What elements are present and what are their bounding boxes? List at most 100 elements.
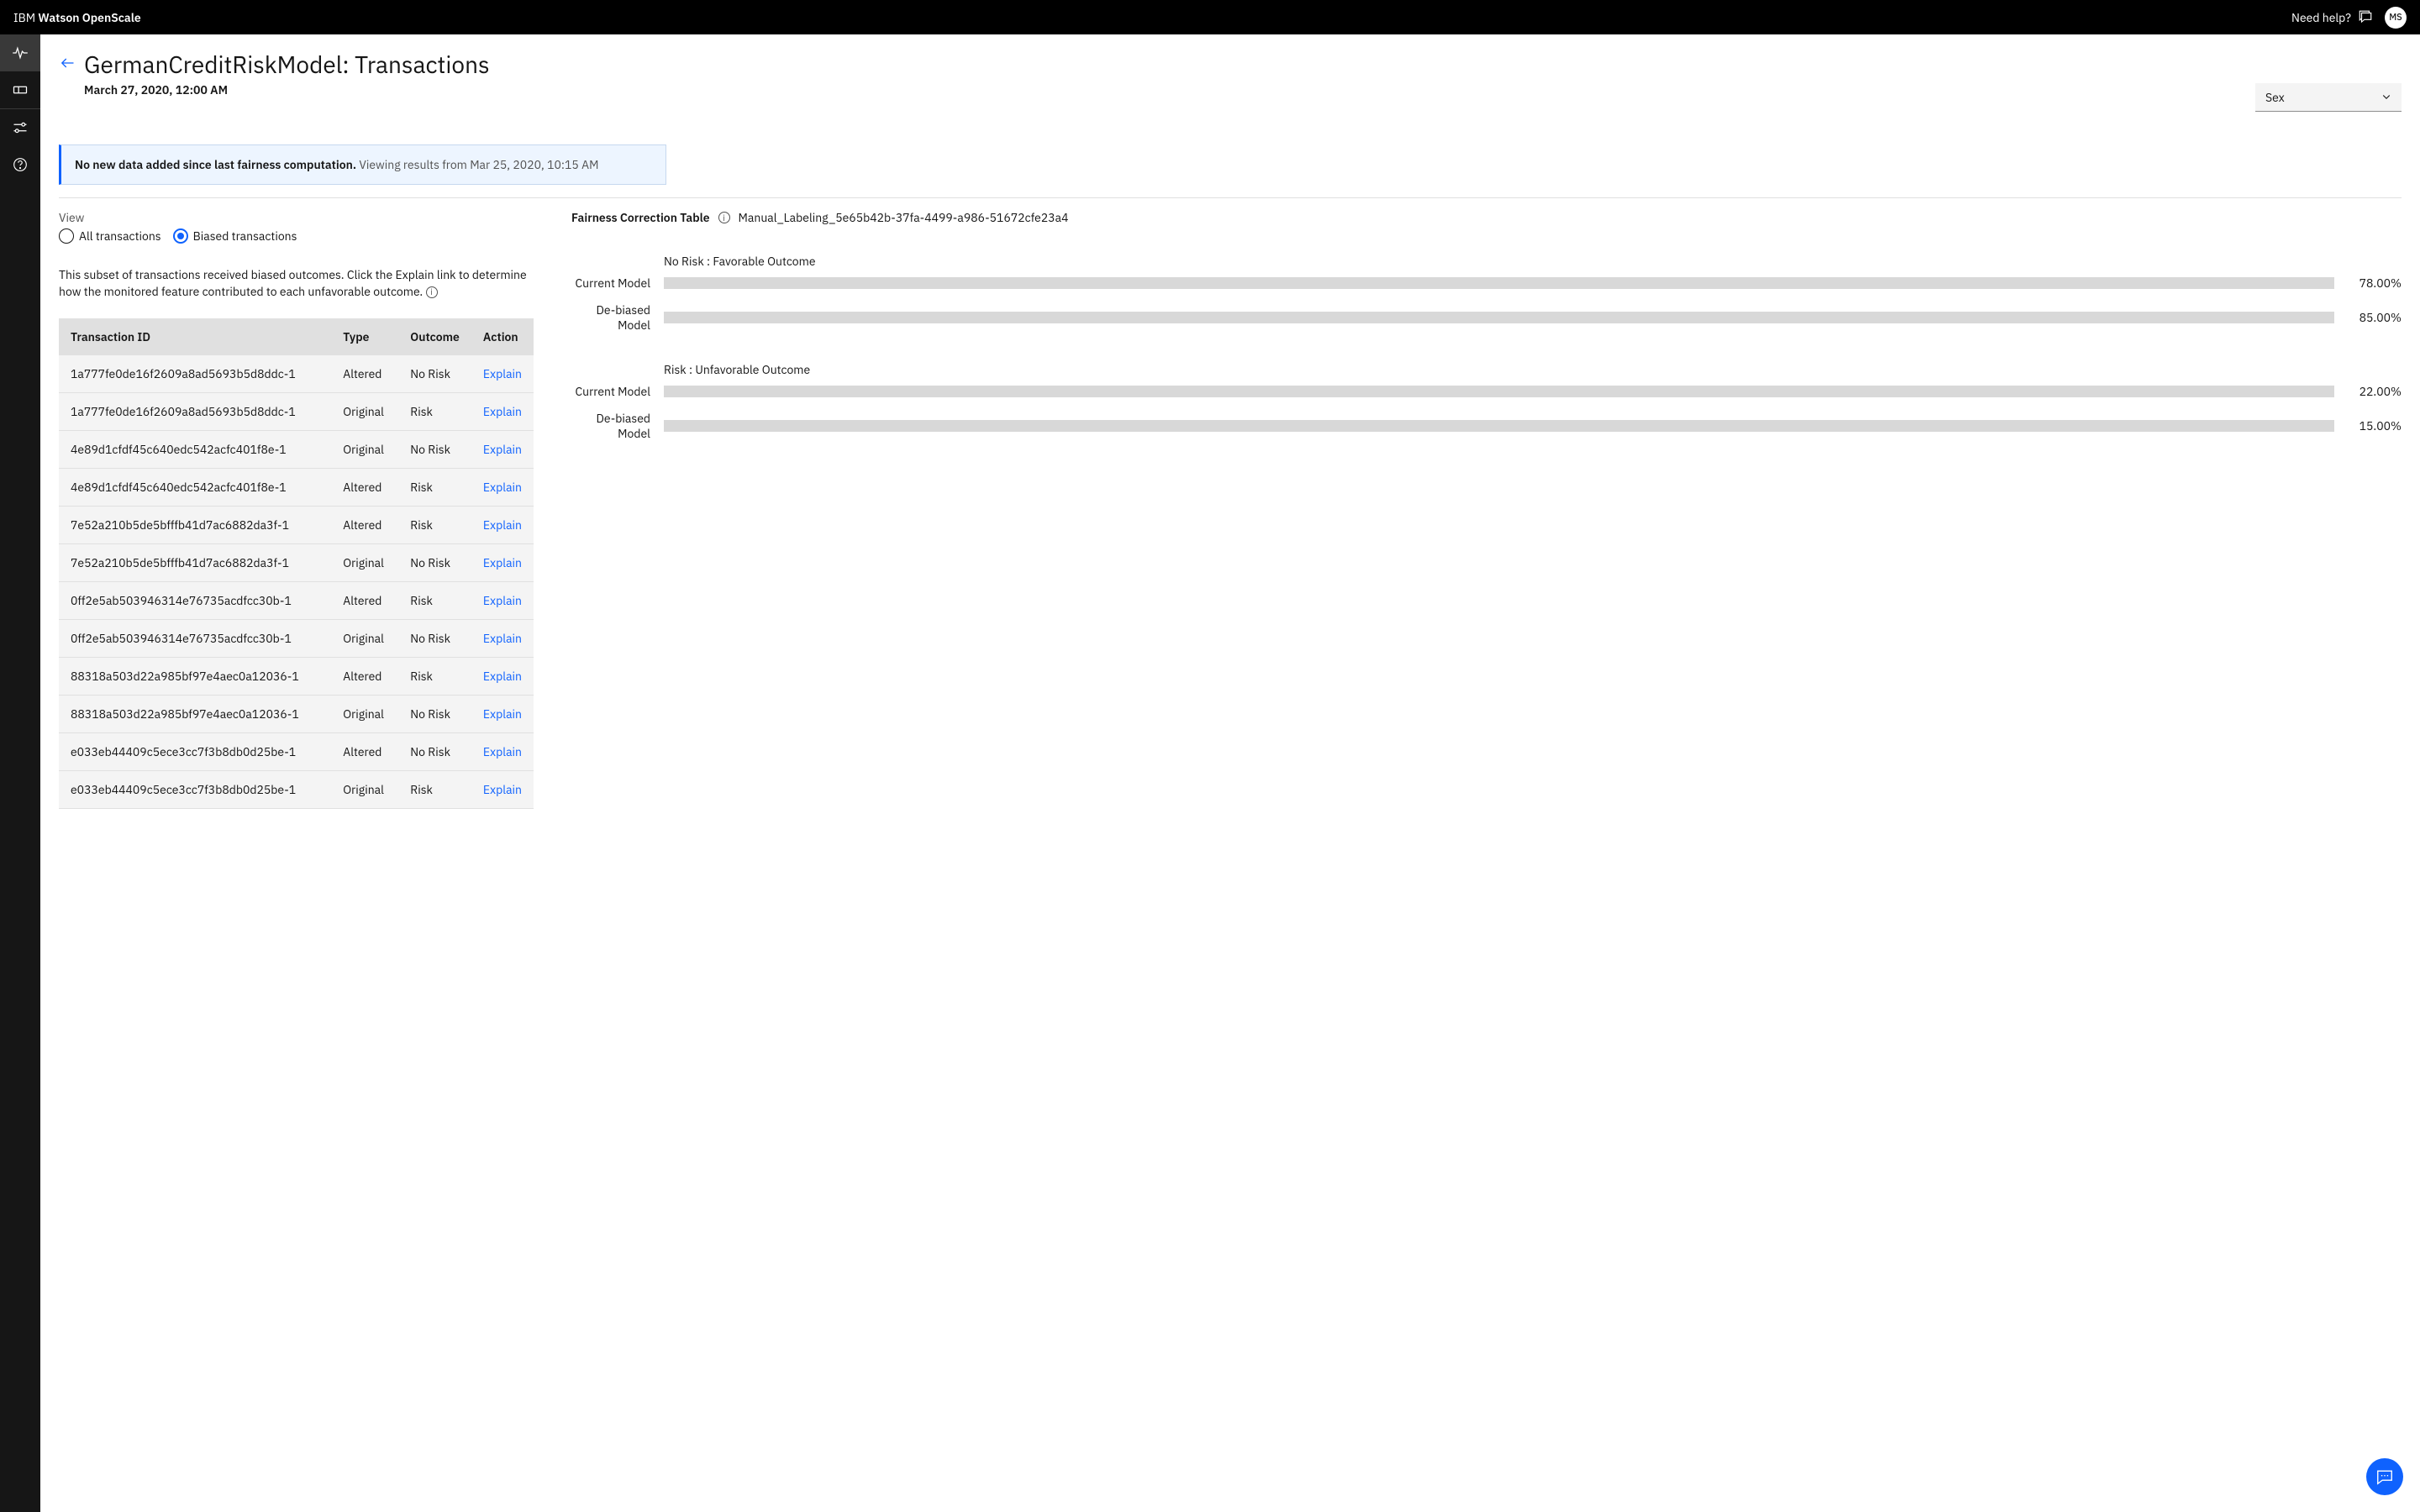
table-header: Outcome [398,318,471,355]
explain-link[interactable]: Explain [483,366,522,381]
fairness-title: Fairness Correction Table [571,210,710,225]
bar-percent: 15.00% [2348,418,2402,433]
explain-link[interactable]: Explain [483,593,522,608]
main-content: GermanCreditRiskModel: Transactions Marc… [40,34,2420,1512]
fairness-group-label: No Risk : Favorable Outcome [664,254,2402,269]
back-arrow-icon[interactable] [59,55,76,71]
sidebar [0,34,40,1512]
bar-label: Current Model [571,384,650,399]
sidebar-item-ticket[interactable] [0,71,40,108]
explain-link[interactable]: Explain [483,555,522,570]
bar-row: De-biased Model 85.00% [571,302,2402,333]
chat-fab[interactable] [2366,1458,2403,1495]
transactions-table: Transaction IDTypeOutcomeAction 1a777fe0… [59,318,534,809]
bar-track [664,277,2334,289]
cell-outcome: Risk [398,658,471,696]
radio-circle-icon [173,228,188,244]
bar-track [664,312,2334,323]
explain-link[interactable]: Explain [483,631,522,646]
topbar: IBM Watson OpenScale Need help? MS [0,0,2420,34]
cell-type: Altered [331,733,398,771]
explain-link[interactable]: Explain [483,669,522,684]
explain-link[interactable]: Explain [483,442,522,457]
cell-type: Original [331,620,398,658]
table-row: e033eb44409c5ece3cc7f3b8db0d25be-1Origin… [59,771,534,809]
cell-id: e033eb44409c5ece3cc7f3b8db0d25be-1 [59,771,331,809]
avatar[interactable]: MS [2385,7,2407,29]
table-header: Action [471,318,534,355]
need-help-link[interactable]: Need help? [2291,10,2351,25]
cell-type: Original [331,544,398,582]
table-row: e033eb44409c5ece3cc7f3b8db0d25be-1Altere… [59,733,534,771]
explain-link[interactable]: Explain [483,480,522,495]
explain-link[interactable]: Explain [483,782,522,797]
attribute-dropdown[interactable]: Sex [2255,83,2402,112]
explain-link[interactable]: Explain [483,744,522,759]
cell-outcome: No Risk [398,696,471,733]
cell-outcome: No Risk [398,733,471,771]
cell-outcome: No Risk [398,355,471,393]
sidebar-item-settings[interactable] [0,109,40,146]
table-row: 88318a503d22a985bf97e4aec0a12036-1Origin… [59,696,534,733]
cell-outcome: Risk [398,469,471,507]
info-icon[interactable]: i [718,212,730,223]
cell-type: Original [331,771,398,809]
cell-outcome: Risk [398,771,471,809]
bar-label: De-biased Model [571,411,650,441]
page-subtitle: March 27, 2020, 12:00 AM [84,82,2402,97]
cell-id: 4e89d1cfdf45c640edc542acfc401f8e-1 [59,431,331,469]
fairness-id: Manual_Labeling_5e65b42b-37fa-4499-a986-… [739,210,1069,225]
radio-label: Biased transactions [193,228,297,244]
table-header: Transaction ID [59,318,331,355]
fairness-group-label: Risk : Unfavorable Outcome [664,362,2402,377]
cell-type: Altered [331,355,398,393]
explain-link[interactable]: Explain [483,404,522,419]
cell-outcome: Risk [398,582,471,620]
cell-type: Altered [331,582,398,620]
table-header: Type [331,318,398,355]
view-label: View [59,210,534,225]
explain-link[interactable]: Explain [483,517,522,533]
banner-bold: No new data added since last fairness co… [75,157,356,172]
brand-label: IBM Watson OpenScale [13,10,141,25]
radio-all-transactions[interactable]: All transactions [59,228,161,244]
sidebar-item-monitor[interactable] [0,34,40,71]
bar-percent: 85.00% [2348,310,2402,325]
cell-outcome: No Risk [398,620,471,658]
page-title: GermanCreditRiskModel: Transactions [84,50,490,79]
table-row: 7e52a210b5de5bfffb41d7ac6882da3f-1Origin… [59,544,534,582]
brand-prefix: IBM [13,10,38,25]
table-row: 88318a503d22a985bf97e4aec0a12036-1Altere… [59,658,534,696]
cell-outcome: No Risk [398,431,471,469]
sidebar-item-help[interactable] [0,146,40,183]
banner-light: Viewing results from Mar 25, 2020, 10:15… [356,157,598,172]
radio-biased-transactions[interactable]: Biased transactions [173,228,297,244]
info-icon[interactable]: i [426,286,438,298]
description-text: This subset of transactions received bia… [59,267,534,300]
bar-row: Current Model22.00% [571,384,2402,399]
table-row: 0ff2e5ab503946314e76735acdfcc30b-1Origin… [59,620,534,658]
view-radio-group: All transactions Biased transactions [59,228,534,244]
cell-type: Original [331,696,398,733]
cell-id: 0ff2e5ab503946314e76735acdfcc30b-1 [59,582,331,620]
cell-outcome: Risk [398,393,471,431]
bar-track [664,386,2334,397]
table-row: 0ff2e5ab503946314e76735acdfcc30b-1Altere… [59,582,534,620]
cell-type: Original [331,431,398,469]
fairness-group: No Risk : Favorable OutcomeCurrent Model… [571,254,2402,333]
table-row: 7e52a210b5de5bfffb41d7ac6882da3f-1Altere… [59,507,534,544]
radio-circle-icon [59,228,74,244]
cell-type: Altered [331,507,398,544]
fairness-group: Risk : Unfavorable Outcome Current Model2… [571,362,2402,442]
bar-row: De-biased Model 15.00% [571,411,2402,441]
info-banner: No new data added since last fairness co… [59,144,666,185]
cell-outcome: Risk [398,507,471,544]
bar-label: De-biased Model [571,302,650,333]
cell-id: 7e52a210b5de5bfffb41d7ac6882da3f-1 [59,507,331,544]
cell-id: 88318a503d22a985bf97e4aec0a12036-1 [59,696,331,733]
cell-id: 4e89d1cfdf45c640edc542acfc401f8e-1 [59,469,331,507]
cell-type: Altered [331,658,398,696]
explain-link[interactable]: Explain [483,706,522,722]
table-row: 4e89d1cfdf45c640edc542acfc401f8e-1Altere… [59,469,534,507]
chat-icon[interactable] [2358,10,2373,25]
